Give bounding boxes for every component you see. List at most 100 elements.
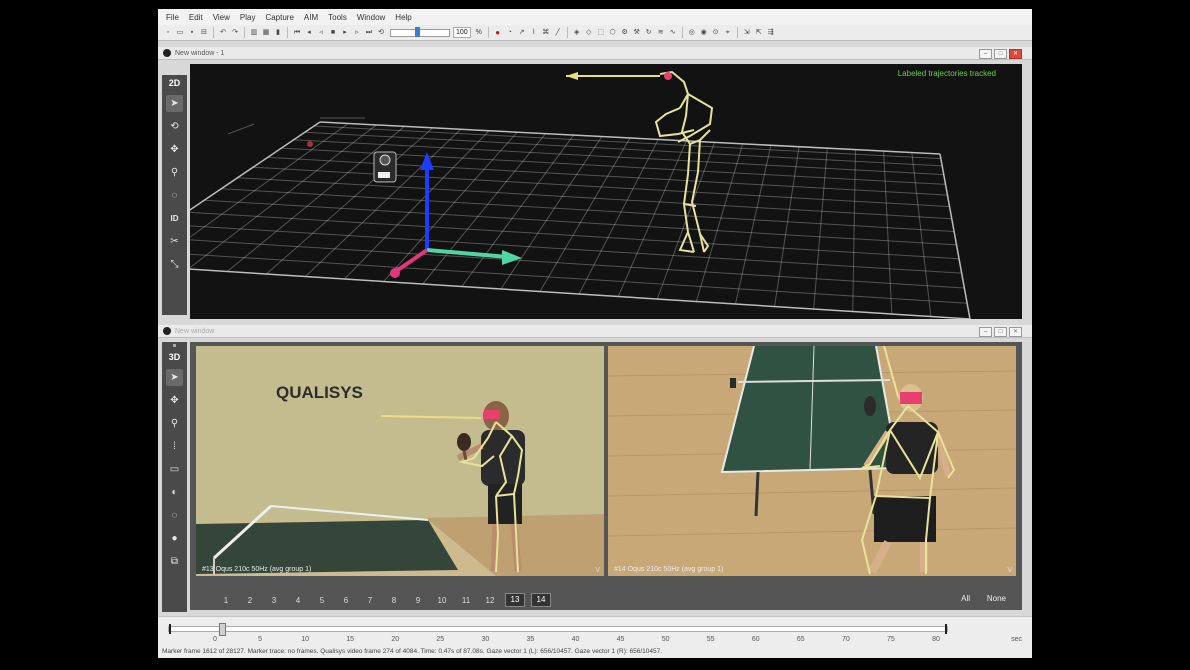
marker-icon[interactable]: ◇ xyxy=(584,28,594,38)
maximize-icon[interactable]: □ xyxy=(994,327,1007,337)
linkage-icon[interactable]: ⌘ xyxy=(541,28,551,38)
pan-icon[interactable]: ✥ xyxy=(166,141,183,158)
go-to-start-icon[interactable]: ⏮ xyxy=(292,28,302,38)
camera-view-left[interactable]: QUALISYS #13 Oqus 210c 50Hz (avg group 1… xyxy=(196,346,604,576)
play-icon[interactable]: ▸ xyxy=(340,28,350,38)
video-overlay-icon[interactable]: ▭ xyxy=(166,461,183,478)
capture-icon[interactable]: ◔ xyxy=(505,28,515,38)
menu-view[interactable]: View xyxy=(208,13,235,22)
camera-number-14[interactable]: 14 xyxy=(531,593,551,607)
gap-fill-icon[interactable]: ⌇ xyxy=(529,28,539,38)
go-to-end-icon[interactable]: ⏭ xyxy=(364,28,374,38)
selection-end-marker[interactable] xyxy=(945,624,947,634)
select-pointer-icon[interactable]: ➤ xyxy=(166,369,183,386)
camera-number-5[interactable]: 5 xyxy=(310,596,334,605)
select-no-cameras[interactable]: None xyxy=(987,594,1006,603)
record-video-icon[interactable]: ● xyxy=(166,530,183,547)
loop-icon[interactable]: ⟲ xyxy=(376,28,386,38)
cut-trajectory-icon[interactable]: ✂ xyxy=(166,233,183,250)
layout-icon[interactable]: ⧉ xyxy=(166,553,183,570)
camera-settings-icon[interactable]: ◌ xyxy=(166,507,183,524)
select-icon[interactable]: ⬚ xyxy=(596,28,606,38)
calibrate-icon[interactable]: ◈ xyxy=(572,28,582,38)
open-folder-icon[interactable]: ▭ xyxy=(175,28,185,38)
camera-number-7[interactable]: 7 xyxy=(358,596,382,605)
playback-speed-slider[interactable] xyxy=(390,26,450,37)
bone-icon[interactable]: ╱ xyxy=(553,28,563,38)
camera-icon[interactable]: ◎ xyxy=(687,28,697,38)
switch-view-mode[interactable]: 2D xyxy=(169,78,181,88)
brightness-icon[interactable]: ◐ xyxy=(166,484,183,501)
menu-window[interactable]: Window xyxy=(352,13,390,22)
rigid-body-icon[interactable]: ◉ xyxy=(699,28,709,38)
timeline-track[interactable] xyxy=(168,623,948,636)
window-3d-titlebar[interactable]: New window - 1 – □ ✕ xyxy=(158,47,1032,60)
save-icon[interactable]: ▪ xyxy=(187,28,197,38)
redo-icon[interactable]: ↷ xyxy=(230,28,240,38)
settings-icon[interactable]: ⚒ xyxy=(632,28,642,38)
record-icon[interactable]: ● xyxy=(493,28,503,38)
eye-icon[interactable]: ⊙ xyxy=(711,28,721,38)
camera-number-12[interactable]: 12 xyxy=(478,596,502,605)
minimize-icon[interactable]: – xyxy=(979,49,992,59)
plot-icon[interactable]: ∿ xyxy=(668,28,678,38)
identify-icon[interactable]: ⬡ xyxy=(608,28,618,38)
camera-number-11[interactable]: 11 xyxy=(454,596,478,605)
menu-edit[interactable]: Edit xyxy=(184,13,208,22)
selection-start-marker[interactable] xyxy=(169,624,171,634)
switch-view-mode[interactable]: 3D xyxy=(169,352,181,362)
process-icon[interactable]: ⚙ xyxy=(620,28,630,38)
view-3d-icon[interactable]: ▦ xyxy=(261,28,271,38)
menu-help[interactable]: Help xyxy=(390,13,416,22)
camera-number-3[interactable]: 3 xyxy=(262,596,286,605)
camera-number-6[interactable]: 6 xyxy=(334,596,358,605)
select-pointer-icon[interactable]: ➤ xyxy=(166,95,183,112)
camera-view-right[interactable]: #14 Oqus 210c 50Hz (avg group 1) V xyxy=(608,346,1016,576)
menu-play[interactable]: Play xyxy=(235,13,261,22)
step-back-icon[interactable]: ◂ xyxy=(304,28,314,38)
stop-icon[interactable]: ■ xyxy=(328,28,338,38)
view-2d-icon[interactable]: ▥ xyxy=(249,28,259,38)
menu-file[interactable]: File xyxy=(158,13,184,22)
export-icon[interactable]: ⇲ xyxy=(742,28,752,38)
print-icon[interactable]: ⊟ xyxy=(199,28,209,38)
camera-number-4[interactable]: 4 xyxy=(286,596,310,605)
new-file-icon[interactable]: ▫ xyxy=(163,28,173,38)
center-icon[interactable]: ◌ xyxy=(166,187,183,204)
undo-icon[interactable]: ↶ xyxy=(218,28,228,38)
rotate-icon[interactable]: ⟲ xyxy=(166,118,183,135)
identify-tool[interactable]: ID xyxy=(166,210,183,227)
skeleton-icon[interactable]: ⌖ xyxy=(723,28,733,38)
slider-knob[interactable] xyxy=(415,26,420,37)
pan-icon[interactable]: ✥ xyxy=(166,392,183,409)
3d-view[interactable]: Labeled trajectories tracked xyxy=(190,64,1022,319)
playback-speed-value[interactable]: 100 xyxy=(453,27,471,38)
zoom-icon[interactable]: ⚲ xyxy=(166,415,183,432)
camera-number-10[interactable]: 10 xyxy=(430,596,454,605)
marker-mask-icon[interactable]: ⁞ xyxy=(166,438,183,455)
camera-number-13[interactable]: 13 xyxy=(505,593,525,607)
camera-number-8[interactable]: 8 xyxy=(382,596,406,605)
close-icon[interactable]: ✕ xyxy=(1009,327,1022,337)
reprocess-icon[interactable]: ↻ xyxy=(644,28,654,38)
menu-capture[interactable]: Capture xyxy=(260,13,298,22)
step-forward-icon[interactable]: ▹ xyxy=(352,28,362,38)
menu-aim[interactable]: AIM xyxy=(299,13,323,22)
batch-icon[interactable]: ⇶ xyxy=(766,28,776,38)
play-backward-icon[interactable]: ◃ xyxy=(316,28,326,38)
camera-number-1[interactable]: 1 xyxy=(214,596,238,605)
camera-number-9[interactable]: 9 xyxy=(406,596,430,605)
import-icon[interactable]: ⇱ xyxy=(754,28,764,38)
select-all-cameras[interactable]: All xyxy=(961,594,970,603)
menu-tools[interactable]: Tools xyxy=(323,13,352,22)
minimize-icon[interactable]: – xyxy=(979,327,992,337)
trajectory-icon[interactable]: ↗ xyxy=(517,28,527,38)
camera-number-2[interactable]: 2 xyxy=(238,596,262,605)
timeline-playhead[interactable] xyxy=(219,623,226,636)
window-2d-titlebar[interactable]: New window – □ ✕ xyxy=(158,325,1032,338)
close-icon[interactable]: ✕ xyxy=(1009,49,1022,59)
maximize-icon[interactable]: □ xyxy=(994,49,1007,59)
analysis-icon[interactable]: ≋ xyxy=(656,28,666,38)
zoom-icon[interactable]: ⚲ xyxy=(166,164,183,181)
video-view-icon[interactable]: ▮ xyxy=(273,28,283,38)
